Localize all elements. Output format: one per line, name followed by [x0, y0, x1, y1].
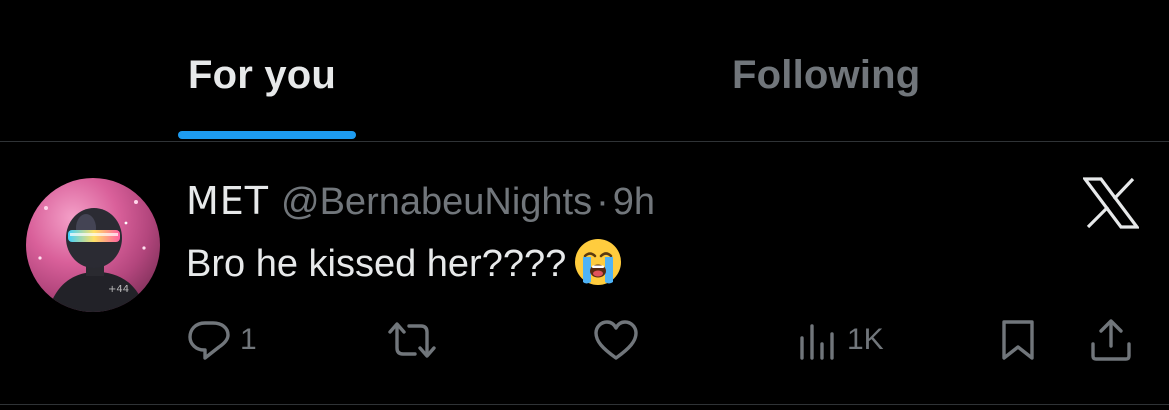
view-count: 1K	[847, 323, 884, 356]
heart-icon	[594, 320, 638, 360]
post-text: Bro he kissed her????	[186, 243, 567, 285]
loudly-crying-face-icon	[574, 238, 622, 296]
active-tab-indicator	[178, 131, 356, 139]
post-card[interactable]: +44 MET @BernabeuNights · 9h Bro he kissed …	[0, 142, 1169, 405]
like-button[interactable]	[592, 318, 640, 362]
tab-for-you[interactable]: For you	[0, 0, 584, 141]
tab-following-label: Following	[732, 53, 921, 97]
share-icon	[1091, 319, 1131, 361]
display-name[interactable]: MET	[186, 179, 269, 223]
repost-button[interactable]	[386, 318, 438, 362]
user-handle[interactable]: @BernabeuNights	[281, 181, 592, 223]
svg-text:+44: +44	[108, 284, 129, 295]
separator-dot: ·	[596, 181, 609, 223]
reply-button[interactable]: 1	[186, 318, 257, 362]
avatar[interactable]: +44	[26, 178, 160, 312]
reply-icon	[188, 321, 230, 360]
bookmark-icon	[1002, 320, 1034, 360]
post-timestamp[interactable]: 9h	[613, 181, 655, 223]
post-text-container: Bro he kissed her????	[186, 238, 622, 296]
x-logo-icon[interactable]	[1081, 177, 1141, 229]
views-button[interactable]: 1K	[795, 318, 884, 362]
reply-count: 1	[240, 323, 257, 356]
timeline-tab-bar: For you Following	[0, 0, 1169, 142]
tab-for-you-label: For you	[188, 53, 337, 97]
tab-following[interactable]: Following	[585, 0, 1169, 141]
analytics-icon	[800, 324, 834, 360]
avatar-image: +44	[38, 200, 146, 312]
share-button[interactable]	[1088, 318, 1134, 362]
post-header: MET @BernabeuNights · 9h	[186, 179, 655, 224]
repost-icon	[388, 322, 436, 358]
bookmark-button[interactable]	[998, 318, 1038, 362]
